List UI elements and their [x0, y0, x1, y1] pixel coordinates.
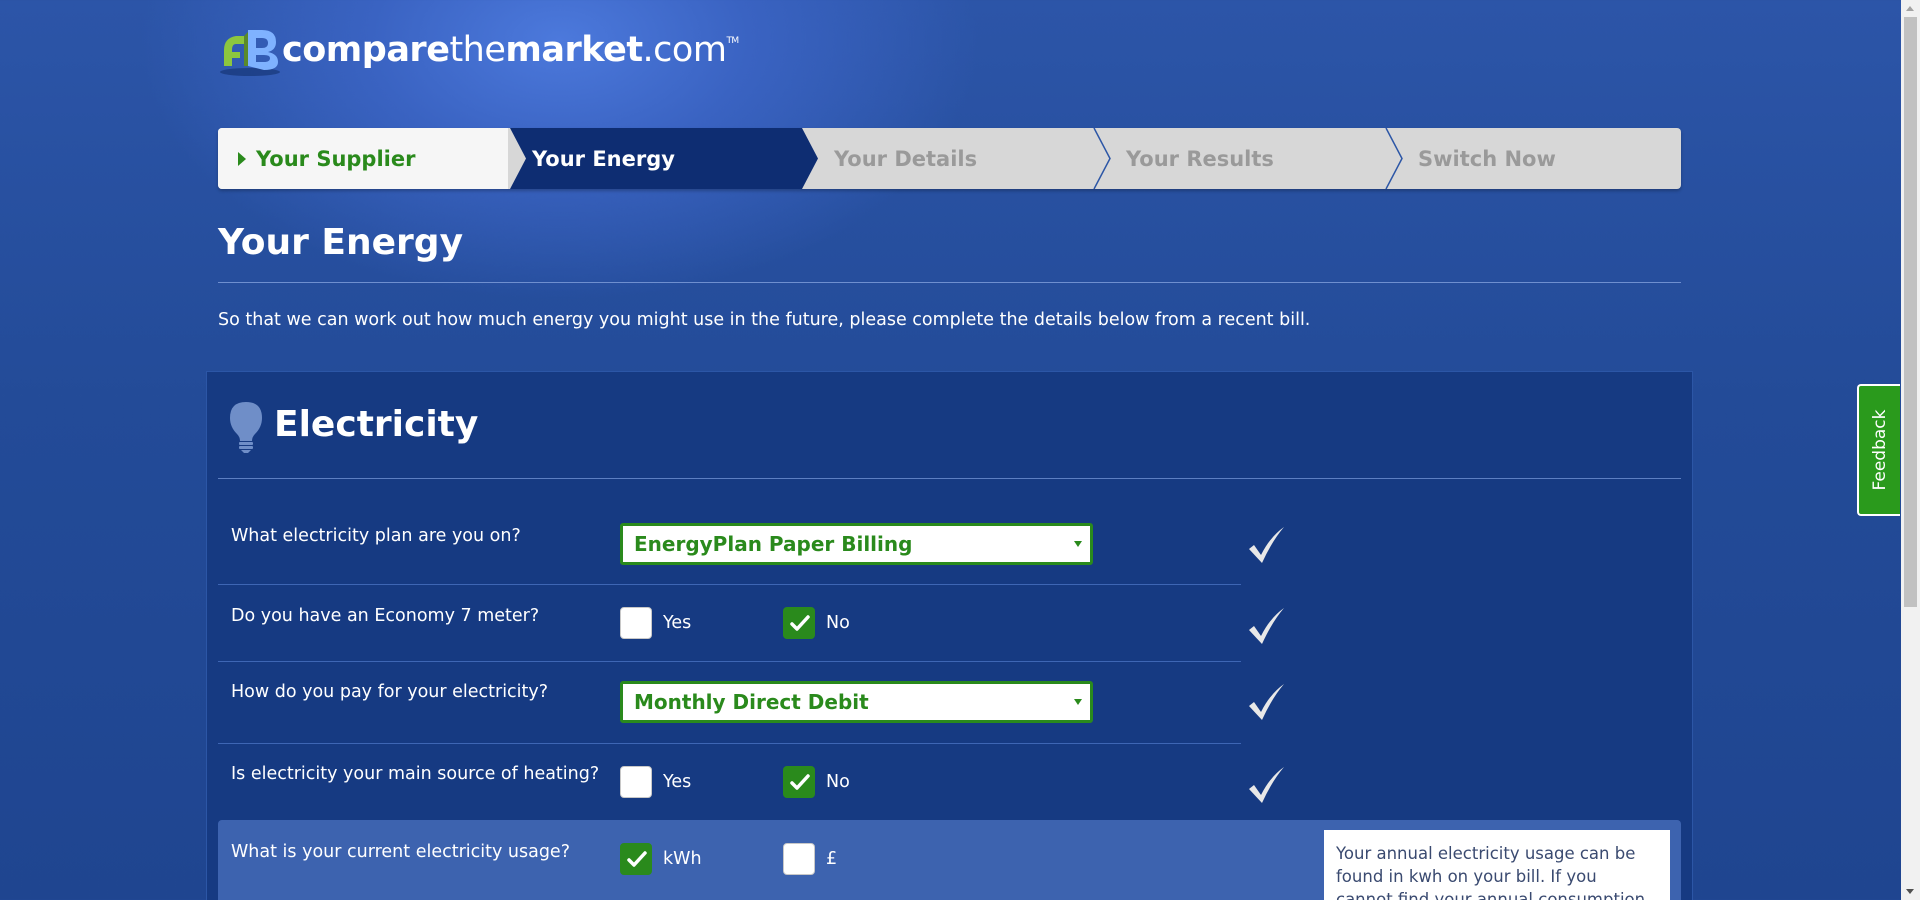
section-title: Electricity: [274, 404, 479, 445]
logo-wordmark: comparethemarket.comTM: [282, 29, 739, 70]
payment-select-value: Monthly Direct Debit: [634, 690, 869, 714]
step-your-supplier[interactable]: Your Supplier: [218, 128, 508, 189]
economy7-no-checkbox[interactable]: [783, 607, 815, 639]
economy7-yes-label: Yes: [663, 613, 692, 633]
plan-select-value: EnergyPlan Paper Billing: [634, 532, 913, 556]
heating-question: Is electricity your main source of heati…: [231, 764, 600, 784]
plan-question: What electricity plan are you on?: [231, 526, 521, 546]
economy7-question: Do you have an Economy 7 meter?: [231, 606, 540, 626]
payment-select[interactable]: Monthly Direct Debit: [620, 681, 1093, 723]
usage-pound-label: £: [826, 849, 838, 869]
usage-pound-checkbox[interactable]: [783, 843, 815, 875]
usage-question: What is your current electricity usage?: [231, 842, 570, 862]
scroll-down-icon[interactable]: [1906, 889, 1914, 894]
step-label: Your Details: [834, 146, 978, 171]
check-icon: [790, 774, 810, 790]
payment-question: How do you pay for your electricity?: [231, 682, 549, 702]
step-label: Your Supplier: [256, 146, 416, 171]
check-icon: [790, 615, 810, 631]
step-your-energy: Your Energy: [510, 128, 802, 189]
divider: [218, 661, 1241, 662]
economy7-yes-checkbox[interactable]: [620, 607, 652, 639]
checkmark-icon: [1246, 525, 1286, 569]
step-your-details: Your Details: [802, 128, 1094, 189]
usage-kwh-label: kWh: [663, 849, 702, 869]
page-scrollbar[interactable]: [1901, 0, 1920, 900]
step-label: Your Results: [1126, 146, 1274, 171]
feedback-label: Feedback: [1869, 409, 1890, 491]
checkmark-icon: [1246, 682, 1286, 726]
page-title: Your Energy: [218, 222, 464, 263]
checkmark-icon: [1246, 765, 1286, 809]
progress-steps: Your Supplier Your Energy Your Details Y…: [218, 128, 1681, 189]
heating-yes-checkbox[interactable]: [620, 766, 652, 798]
chevron-down-icon: [1074, 541, 1082, 547]
usage-kwh-checkbox[interactable]: [620, 843, 652, 875]
brand-logo[interactable]: comparethemarket.comTM: [218, 22, 739, 78]
step-switch-now: Switch Now: [1386, 128, 1681, 189]
lightbulb-icon: [226, 400, 266, 458]
intro-text: So that we can work out how much energy …: [218, 310, 1311, 330]
heating-row: Is electricity your main source of heati…: [218, 758, 1241, 818]
heating-yes-label: Yes: [663, 772, 692, 792]
plan-select[interactable]: EnergyPlan Paper Billing: [620, 523, 1093, 565]
scrollbar-thumb[interactable]: [1904, 17, 1917, 607]
logo-icon: [218, 22, 282, 78]
caret-right-icon: [238, 151, 246, 166]
divider: [218, 282, 1681, 283]
chevron-down-icon: [1074, 699, 1082, 705]
heating-no-label: No: [826, 772, 850, 792]
feedback-tab[interactable]: Feedback: [1857, 384, 1900, 516]
divider: [218, 584, 1241, 585]
economy7-row: Do you have an Economy 7 meter?: [218, 600, 1241, 660]
step-label: Your Energy: [532, 146, 675, 171]
checkmark-icon: [1246, 606, 1286, 650]
step-label: Switch Now: [1418, 146, 1556, 171]
divider: [218, 478, 1681, 479]
usage-help-tooltip: Your annual electricity usage can be fou…: [1324, 830, 1670, 900]
check-icon: [627, 851, 647, 867]
economy7-no-label: No: [826, 613, 850, 633]
divider: [218, 743, 1241, 744]
step-your-results: Your Results: [1094, 128, 1386, 189]
heating-no-checkbox[interactable]: [783, 766, 815, 798]
scroll-up-icon[interactable]: [1906, 6, 1914, 11]
